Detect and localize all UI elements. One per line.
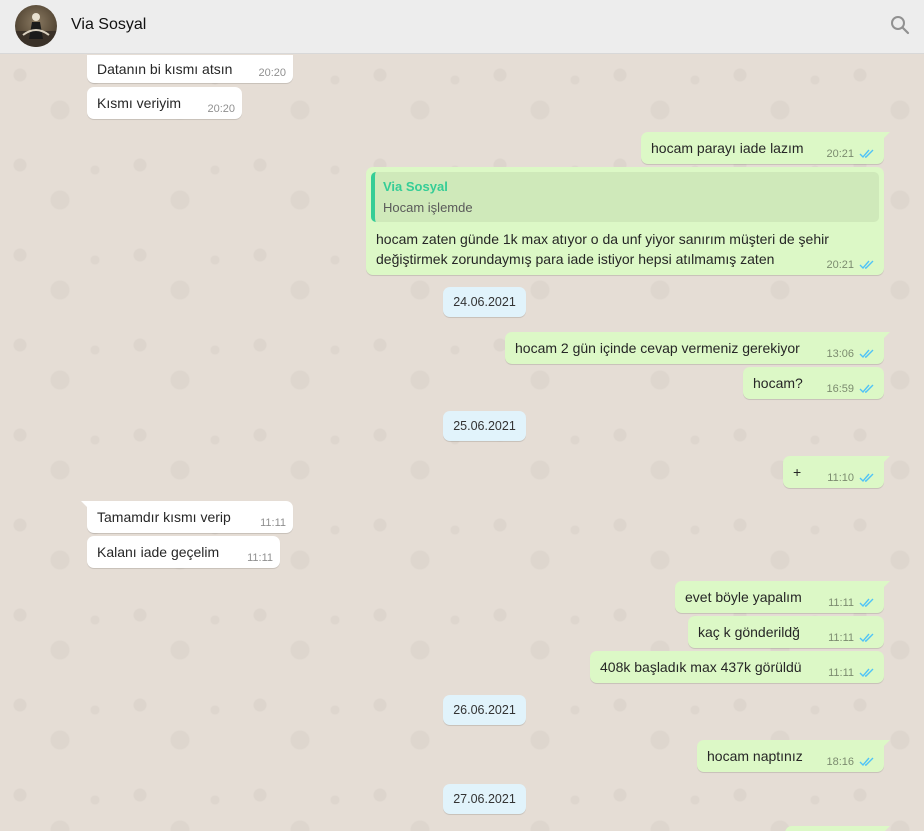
read-receipt-icon	[859, 149, 874, 159]
incoming-message[interactable]: Kısmı veriyim 20:20	[87, 87, 242, 119]
message-text: hocam zaten günde 1k max atıyor o da unf…	[376, 231, 829, 267]
read-receipt-icon	[859, 349, 874, 359]
message-text: hocam 2 gün içinde cevap vermeniz gereki…	[515, 340, 800, 356]
message-text: kaç k gönderildğ	[698, 624, 800, 640]
message-time: 11:11	[828, 667, 854, 679]
message-time: 11:11	[828, 597, 854, 609]
outgoing-reply-message[interactable]: Via Sosyal Hocam işlemde hocam zaten gün…	[366, 167, 884, 275]
bubble-tail	[81, 501, 89, 509]
bubble-tail	[882, 132, 890, 140]
message-time: 20:20	[258, 67, 286, 79]
bubble-tail	[882, 826, 890, 831]
bubble-tail	[882, 456, 890, 464]
outgoing-message[interactable]	[785, 826, 890, 831]
message-time: 11:11	[247, 552, 273, 564]
outgoing-message[interactable]: hocam? 16:59	[743, 367, 884, 399]
read-receipt-icon	[859, 384, 874, 394]
outgoing-message[interactable]: 408k başladık max 437k görüldü 11:11	[590, 651, 884, 683]
quoted-message[interactable]: Via Sosyal Hocam işlemde	[371, 172, 879, 222]
message-text: evet böyle yapalım	[685, 589, 802, 605]
chat-header: Via Sosyal	[0, 0, 924, 54]
date-divider: 26.06.2021	[443, 695, 526, 725]
message-time: 18:16	[826, 756, 854, 768]
outgoing-message[interactable]: hocam parayı iade lazım 20:21	[641, 132, 890, 164]
message-time: 20:21	[826, 148, 854, 160]
message-time: 13:06	[826, 348, 854, 360]
message-text: 408k başladık max 437k görüldü	[600, 659, 802, 675]
message-time: 11:11	[828, 632, 854, 644]
search-icon[interactable]	[890, 15, 910, 35]
quoted-text: Hocam işlemde	[383, 200, 473, 215]
read-receipt-icon	[859, 668, 874, 678]
chat-title[interactable]: Via Sosyal	[71, 16, 146, 34]
message-text: Datanın bi kısmı atsın	[97, 61, 233, 77]
message-time: 20:21	[826, 259, 854, 271]
incoming-message[interactable]: Datanın bi kısmı atsın 20:20	[87, 55, 293, 83]
outgoing-message[interactable]: hocam naptınız 18:16	[697, 740, 890, 772]
outgoing-message[interactable]: + 11:10	[783, 456, 890, 488]
message-list[interactable]: Datanın bi kısmı atsın 20:20 Kısmı veriy…	[0, 55, 924, 831]
incoming-message[interactable]: Tamamdır kısmı verip 11:11	[81, 501, 293, 533]
outgoing-message[interactable]: kaç k gönderildğ 11:11	[688, 616, 884, 648]
outgoing-message[interactable]: hocam 2 gün içinde cevap vermeniz gereki…	[505, 332, 890, 364]
read-receipt-icon	[859, 260, 874, 270]
message-text: Kısmı veriyim	[97, 95, 181, 111]
date-divider: 25.06.2021	[443, 411, 526, 441]
message-text: Tamamdır kısmı verip	[97, 509, 231, 525]
read-receipt-icon	[859, 633, 874, 643]
read-receipt-icon	[859, 473, 874, 483]
message-text: hocam naptınız	[707, 748, 803, 764]
bubble-tail	[882, 581, 890, 589]
incoming-message[interactable]: Kalanı iade geçelim 11:11	[87, 536, 280, 568]
quoted-author: Via Sosyal	[383, 179, 448, 194]
message-time: 20:20	[207, 103, 235, 115]
message-time: 16:59	[826, 383, 854, 395]
contact-avatar[interactable]	[15, 5, 57, 47]
message-text: hocam?	[753, 375, 803, 391]
bubble-tail	[882, 740, 890, 748]
outgoing-message[interactable]: evet böyle yapalım 11:11	[675, 581, 890, 613]
message-text: Kalanı iade geçelim	[97, 544, 220, 560]
date-divider: 24.06.2021	[443, 287, 526, 317]
message-time: 11:10	[827, 472, 854, 484]
read-receipt-icon	[859, 598, 874, 608]
date-divider: 27.06.2021	[443, 784, 526, 814]
read-receipt-icon	[859, 757, 874, 767]
message-text: +	[793, 464, 802, 480]
bubble-tail	[882, 332, 890, 340]
message-text: hocam parayı iade lazım	[651, 140, 804, 156]
message-time: 11:11	[260, 517, 286, 529]
